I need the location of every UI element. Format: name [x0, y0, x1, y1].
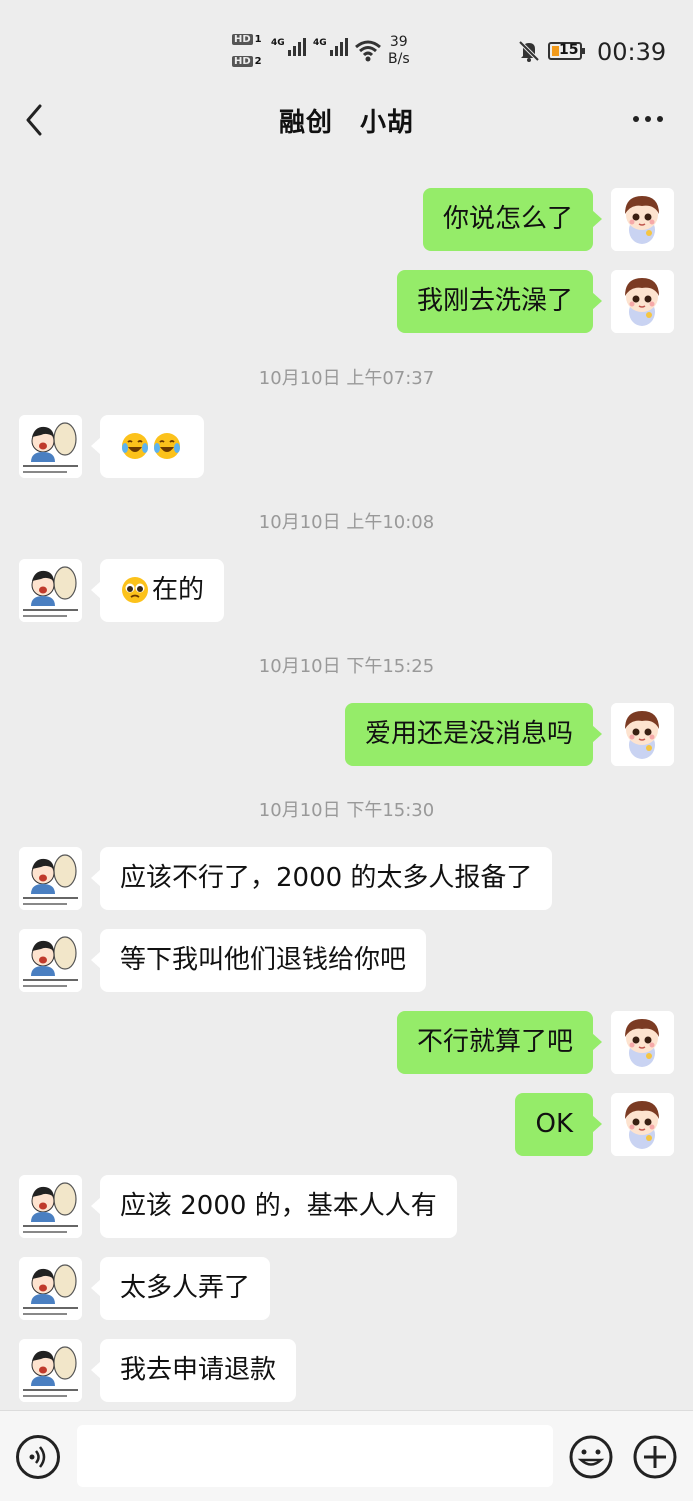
message-text: 你说怎么了: [442, 204, 573, 234]
plus-circle-icon[interactable]: [633, 1435, 677, 1479]
sim2-indicator: HD 2: [232, 56, 262, 68]
speed-unit: B/s: [388, 51, 410, 67]
message-bubble[interactable]: 应该 2000 的，基本人人有: [91, 1175, 457, 1238]
contact-avatar[interactable]: [19, 415, 82, 478]
battery-icon: 15: [548, 42, 585, 60]
sim1-indicator: HD 1: [232, 34, 262, 46]
timestamp-divider: 10月10日 下午15:30: [258, 800, 435, 821]
network-type-label: 4G: [271, 38, 285, 48]
message-text: 爱用还是没消息吗: [364, 719, 573, 749]
pleading-emoji: [120, 575, 152, 605]
cell-signal-icon: 4G: [313, 38, 348, 56]
my-avatar[interactable]: [611, 188, 674, 251]
status-bar: HD 1 HD 2 4G 4G 39 B/s 15 00:39: [0, 0, 693, 100]
message-bubble[interactable]: 我刚去洗澡了: [396, 270, 603, 333]
message-bubble[interactable]: 不行就算了吧: [396, 1011, 603, 1074]
laugh-cry-emoji: [152, 431, 184, 461]
message-text: OK: [535, 1109, 573, 1139]
sim-number: 2: [254, 56, 262, 67]
message-bubble[interactable]: 太多人弄了: [90, 1257, 271, 1320]
message-bubble[interactable]: 你说怎么了: [422, 188, 603, 251]
timestamp-divider: 10月10日 上午07:37: [258, 368, 435, 389]
message-bubble[interactable]: 等下我叫他们退钱给你吧: [90, 929, 427, 992]
network-type-label: 4G: [313, 38, 327, 48]
message-text: 不行就算了吧: [416, 1027, 573, 1057]
voice-icon[interactable]: [16, 1435, 60, 1479]
wifi-icon: [355, 40, 381, 62]
message-text: 我刚去洗澡了: [416, 286, 573, 316]
my-avatar[interactable]: [611, 270, 674, 333]
hd-label: HD: [232, 56, 253, 67]
contact-avatar[interactable]: [19, 1257, 82, 1320]
laugh-cry-emoji: [120, 431, 152, 461]
contact-avatar[interactable]: [19, 1175, 82, 1238]
message-bubble[interactable]: [91, 415, 204, 478]
network-speed: 39 B/s: [388, 34, 410, 68]
speed-value: 39: [389, 34, 408, 50]
status-time: 00:39: [597, 38, 667, 66]
battery-level: 15: [559, 42, 579, 58]
cell-signal-icon: 4G: [271, 38, 306, 56]
message-bubble[interactable]: 爱用还是没消息吗: [344, 703, 603, 766]
message-text: 等下我叫他们退钱给你吧: [120, 945, 407, 975]
message-text: 应该不行了，2000 的太多人报备了: [120, 863, 533, 893]
message-text: 我去申请退款: [120, 1355, 277, 1385]
message-bubble[interactable]: 在的: [90, 559, 225, 622]
my-avatar[interactable]: [611, 703, 674, 766]
message-list[interactable]: 你说怎么了我刚去洗澡了 10月10日 上午07:37 10月10日 上午10:08 在…: [0, 156, 693, 1410]
timestamp-divider: 10月10日 下午15:25: [258, 656, 435, 677]
my-avatar[interactable]: [611, 1093, 674, 1156]
contact-avatar[interactable]: [19, 559, 82, 622]
message-text: 太多人弄了: [120, 1273, 251, 1303]
chat-title: 融创 小胡: [278, 108, 414, 138]
message-text: 在的: [152, 575, 205, 605]
message-text: 应该 2000 的，基本人人有: [120, 1191, 437, 1221]
hd-label: HD: [232, 34, 253, 45]
chat-header: 融创 小胡: [0, 88, 693, 156]
contact-avatar[interactable]: [19, 847, 82, 910]
message-bubble[interactable]: 应该不行了，2000 的太多人报备了: [90, 847, 553, 910]
message-input[interactable]: [77, 1425, 553, 1487]
emoji-face-icon[interactable]: [569, 1435, 613, 1479]
sim-number: 1: [254, 34, 262, 45]
input-bar: [0, 1410, 693, 1501]
my-avatar[interactable]: [611, 1011, 674, 1074]
more-dots-icon[interactable]: [630, 104, 666, 134]
contact-avatar[interactable]: [19, 929, 82, 992]
message-bubble[interactable]: 我去申请退款: [90, 1339, 297, 1402]
timestamp-divider: 10月10日 上午10:08: [258, 512, 435, 533]
bell-muted-icon: [518, 40, 540, 62]
message-bubble[interactable]: OK: [515, 1093, 602, 1156]
contact-avatar[interactable]: [19, 1339, 82, 1402]
